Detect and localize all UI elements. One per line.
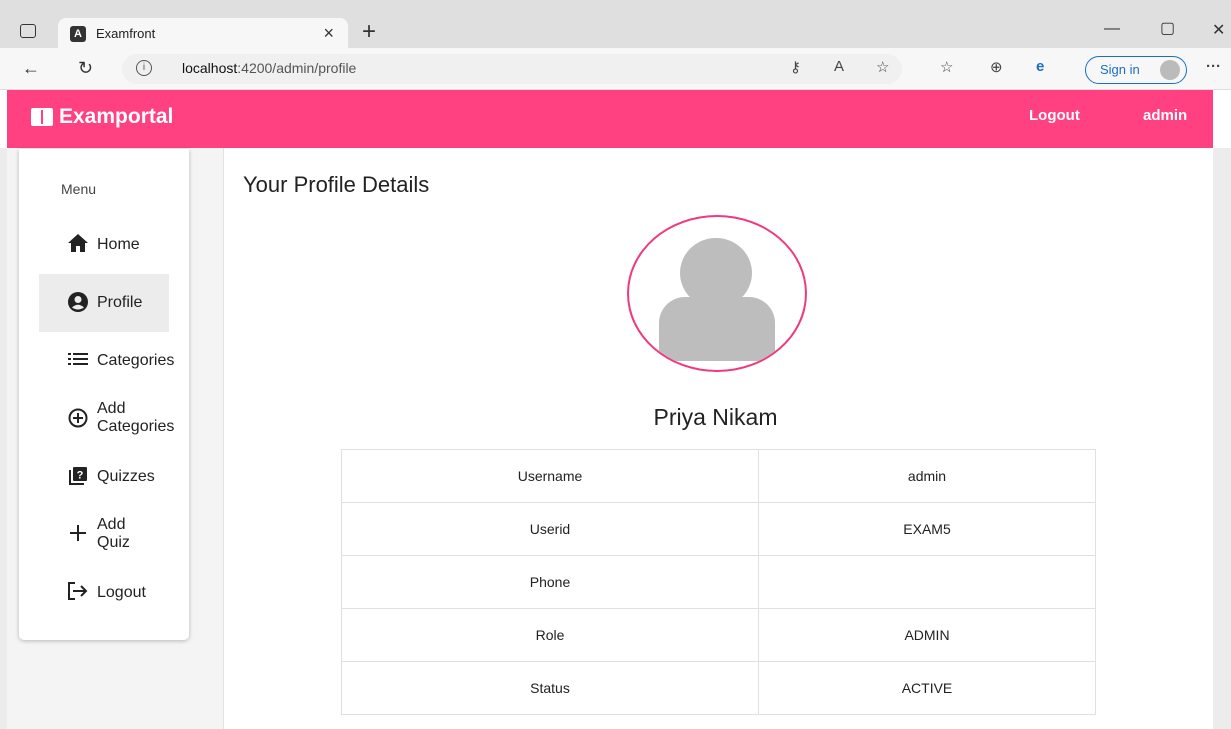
profile-avatar bbox=[627, 215, 807, 372]
profile-name: Priya Nikam bbox=[653, 404, 778, 430]
favorites-icon[interactable]: ☆ bbox=[940, 58, 953, 76]
left-gutter bbox=[0, 148, 7, 729]
table-row: Username admin bbox=[341, 449, 1096, 503]
table-row: Userid EXAM5 bbox=[341, 502, 1096, 556]
site-info-icon[interactable]: i bbox=[136, 60, 152, 76]
profile-details-table: Username admin Userid EXAM5 Phone Role A… bbox=[341, 449, 1096, 715]
sidebar-item-quizzes[interactable]: ? Quizzes bbox=[39, 448, 169, 506]
add-favorite-icon[interactable]: ☆ bbox=[876, 58, 889, 76]
row-value bbox=[758, 555, 1096, 609]
back-icon[interactable]: ← bbox=[22, 58, 40, 79]
more-options-icon[interactable]: ··· bbox=[1206, 58, 1221, 75]
page-title: Your Profile Details bbox=[243, 172, 430, 197]
url-field[interactable]: i localhost:4200/admin/profile bbox=[122, 54, 902, 84]
read-aloud-icon[interactable]: A bbox=[834, 58, 844, 75]
tab-title: Examfront bbox=[96, 26, 156, 41]
browser-address-bar: ← ↻ i localhost:4200/admin/profile bbox=[0, 48, 1231, 90]
browser-tab-bar: A Examfront × + — ▢ ✕ bbox=[0, 0, 1231, 50]
sidebar-menu: Menu Home Profile Categories Add Categori… bbox=[19, 149, 189, 640]
account-circle-icon bbox=[67, 292, 89, 314]
avatar-body-shape bbox=[659, 297, 775, 361]
quiz-icon: ? bbox=[67, 466, 89, 488]
profile-avatar-icon bbox=[1160, 60, 1180, 80]
row-value: ACTIVE bbox=[758, 661, 1096, 715]
navbar-user-link[interactable]: admin bbox=[1143, 107, 1187, 124]
row-key: Role bbox=[341, 608, 759, 662]
list-icon bbox=[67, 350, 89, 372]
menu-heading: Menu bbox=[61, 181, 97, 197]
row-key: Status bbox=[341, 661, 759, 715]
sidebar-item-home[interactable]: Home bbox=[39, 216, 169, 274]
row-key: Username bbox=[341, 449, 759, 503]
brand-title[interactable]: Examportal bbox=[59, 105, 173, 129]
angular-favicon-icon: A bbox=[70, 26, 86, 42]
close-tab-icon[interactable]: × bbox=[323, 23, 334, 44]
sidebar-item-add-quiz[interactable]: Add Quiz bbox=[39, 506, 169, 564]
plus-icon bbox=[67, 524, 89, 546]
book-icon bbox=[31, 108, 53, 126]
minimize-icon[interactable]: — bbox=[1104, 20, 1120, 38]
url-text: localhost:4200/admin/profile bbox=[182, 60, 357, 76]
maximize-icon[interactable]: ▢ bbox=[1160, 18, 1175, 38]
close-window-icon[interactable]: ✕ bbox=[1212, 20, 1225, 40]
home-icon bbox=[67, 234, 89, 256]
table-row: Role ADMIN bbox=[341, 608, 1096, 662]
app-navbar: Examportal Logout admin bbox=[7, 90, 1213, 148]
key-icon[interactable]: ⚷ bbox=[790, 58, 801, 76]
collections-icon[interactable]: ⊕ bbox=[990, 58, 1003, 76]
row-value: EXAM5 bbox=[758, 502, 1096, 556]
svg-text:?: ? bbox=[77, 470, 84, 482]
ie-mode-icon[interactable]: e bbox=[1036, 58, 1044, 75]
table-row: Status ACTIVE bbox=[341, 661, 1096, 715]
navbar-logout-link[interactable]: Logout bbox=[1029, 107, 1080, 124]
row-key: Phone bbox=[341, 555, 759, 609]
row-key: Userid bbox=[341, 502, 759, 556]
new-tab-icon[interactable]: + bbox=[362, 18, 376, 46]
row-value: ADMIN bbox=[758, 608, 1096, 662]
sidebar-item-profile[interactable]: Profile bbox=[39, 274, 169, 332]
refresh-icon[interactable]: ↻ bbox=[78, 58, 93, 79]
row-value: admin bbox=[758, 449, 1096, 503]
sidebar-item-categories[interactable]: Categories bbox=[39, 332, 174, 390]
sidebar-item-logout[interactable]: Logout bbox=[39, 564, 169, 622]
sign-in-button[interactable]: Sign in bbox=[1085, 56, 1187, 84]
table-row: Phone bbox=[341, 555, 1096, 609]
tab-actions-icon[interactable] bbox=[20, 24, 36, 38]
scrollbar-track[interactable] bbox=[1213, 148, 1231, 729]
logout-icon bbox=[67, 582, 89, 604]
browser-tab[interactable]: A Examfront × bbox=[58, 18, 348, 50]
